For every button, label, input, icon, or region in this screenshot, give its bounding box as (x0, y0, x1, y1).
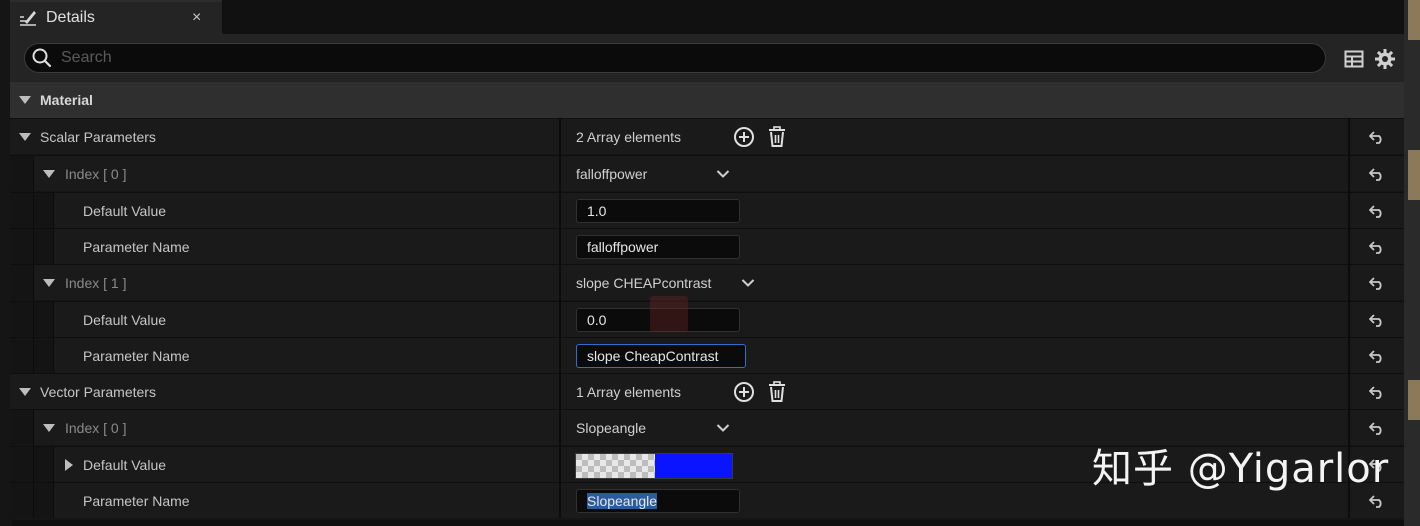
default-value-label: Default Value (83, 311, 167, 328)
search-box[interactable] (24, 43, 1326, 73)
pencil-icon (18, 8, 38, 28)
parameter-name-input[interactable]: Slopeangle (576, 488, 740, 513)
vector-parameters-label: Vector Parameters (40, 383, 156, 400)
array-count: 2 Array elements (576, 128, 682, 145)
reset-arrow-icon[interactable] (1350, 265, 1404, 300)
parameter-name-label: Parameter Name (83, 238, 190, 255)
gear-icon[interactable] (1374, 48, 1396, 70)
reset-arrow-icon[interactable] (1350, 447, 1404, 482)
vector-index-0-row: Index [ 0 ] Slopeangle (10, 409, 1404, 445)
index-label: Index [ 1 ] (65, 274, 127, 291)
category-material[interactable]: Material (10, 82, 1404, 118)
triangle-down-icon (19, 96, 31, 104)
color-swatch[interactable] (575, 453, 733, 479)
column-divider[interactable] (559, 118, 561, 518)
triangle-down-icon[interactable] (18, 387, 32, 397)
scalar-index-1-row: Index [ 1 ] slope CHEAPcontrast (10, 264, 1404, 300)
reset-arrow-icon[interactable] (1350, 156, 1404, 191)
triangle-down-icon[interactable] (42, 169, 56, 179)
triangle-down-icon[interactable] (18, 132, 32, 142)
scalar-parameters-row: Scalar Parameters 2 Array elements (10, 118, 1404, 154)
parameter-name-label: Parameter Name (83, 347, 190, 364)
reset-arrow-icon[interactable] (1350, 229, 1404, 264)
scalar-0-name-row: Parameter Name falloffpower (10, 228, 1404, 264)
selected-text: Slopeangle (587, 492, 658, 509)
scalar-index-0-row: Index [ 0 ] falloffpower (10, 155, 1404, 191)
alpha-preview (576, 454, 655, 478)
reset-arrow-icon[interactable] (1350, 483, 1404, 518)
parameter-dropdown-value[interactable]: falloffpower (576, 166, 716, 182)
parameter-name-input[interactable]: slope CheapContrast (576, 343, 746, 368)
parameter-dropdown-value[interactable]: Slopeangle (576, 420, 716, 436)
color-preview (655, 454, 732, 478)
array-count: 1 Array elements (576, 383, 682, 400)
ghost-search-overlay (650, 296, 688, 332)
tab-details[interactable]: Details × (10, 0, 222, 34)
default-value-label: Default Value (83, 456, 167, 473)
reset-arrow-icon[interactable] (1350, 119, 1404, 154)
trash-icon[interactable] (767, 125, 787, 148)
parameter-name-label: Parameter Name (83, 492, 190, 509)
default-value-label: Default Value (83, 202, 167, 219)
table-view-icon[interactable] (1344, 49, 1364, 69)
scalar-1-name-row: Parameter Name slope CheapContrast (10, 337, 1404, 373)
triangle-down-icon[interactable] (42, 423, 56, 433)
search-input[interactable] (61, 49, 1261, 67)
reset-arrow-icon[interactable] (1350, 374, 1404, 409)
parameter-name-input[interactable]: falloffpower (576, 234, 740, 259)
reset-arrow-icon[interactable] (1350, 193, 1404, 228)
tab-bar: Details × (10, 0, 1404, 34)
scalar-parameters-label: Scalar Parameters (40, 128, 156, 145)
vector-0-default-row: Default Value (10, 446, 1404, 482)
vector-0-name-row: Parameter Name Slopeangle (10, 482, 1404, 518)
vector-parameters-row: Vector Parameters 1 Array elements (10, 373, 1404, 409)
index-label: Index [ 0 ] (65, 419, 127, 436)
add-element-icon[interactable] (733, 381, 755, 403)
default-value-input[interactable]: 1.0 (576, 198, 740, 223)
triangle-down-icon[interactable] (42, 278, 56, 288)
details-panel: Details × Search Material Scalar Paramet… (10, 0, 1404, 520)
category-title: Material (40, 92, 93, 108)
search-row (10, 34, 1404, 82)
parameter-dropdown-value[interactable]: slope CHEAPcontrast (576, 275, 741, 291)
scalar-0-default-row: Default Value 1.0 (10, 192, 1404, 228)
add-element-icon[interactable] (733, 126, 755, 148)
close-icon[interactable]: × (192, 9, 201, 27)
reset-arrow-icon[interactable] (1350, 302, 1404, 337)
chevron-down-icon[interactable] (716, 423, 730, 433)
triangle-right-icon[interactable] (64, 458, 74, 472)
scalar-1-default-row: Default Value 0.0 (10, 301, 1404, 337)
reset-arrow-icon[interactable] (1350, 338, 1404, 373)
chevron-down-icon[interactable] (716, 169, 730, 179)
search-icon (32, 48, 52, 68)
tab-title: Details (46, 9, 95, 26)
reset-arrow-icon[interactable] (1350, 410, 1404, 445)
column-divider (1348, 118, 1350, 518)
trash-icon[interactable] (767, 380, 787, 403)
chevron-down-icon[interactable] (741, 278, 755, 288)
right-edge (1404, 0, 1420, 526)
index-label: Index [ 0 ] (65, 165, 127, 182)
